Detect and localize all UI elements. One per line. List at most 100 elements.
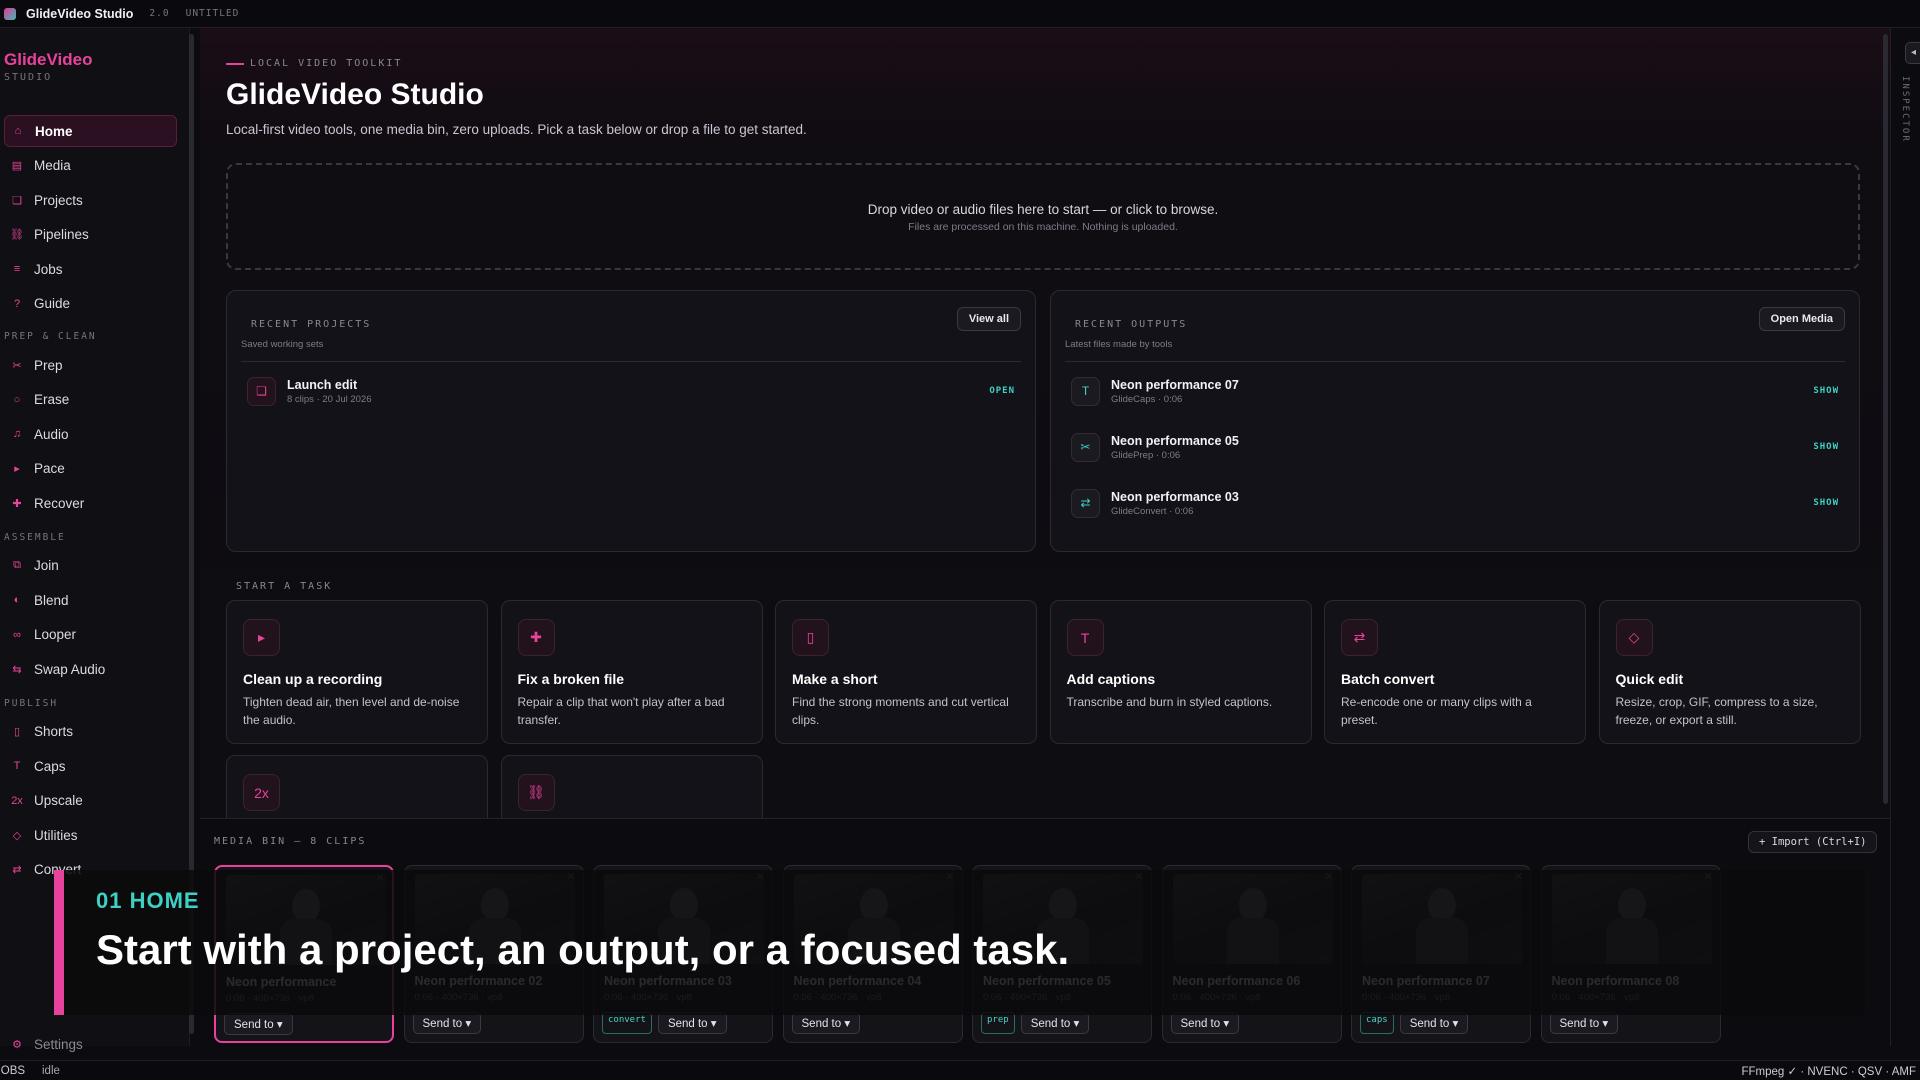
plus-icon: ✚ <box>517 619 555 656</box>
clip-tag: convert <box>602 1012 652 1034</box>
clip-tag: prep <box>981 1012 1015 1034</box>
sidebar-item-recover[interactable]: ✚ Recover <box>4 487 177 519</box>
open-media-button[interactable]: Open Media <box>1758 307 1845 331</box>
sidebar-item-settings[interactable]: ⚙ Settings <box>4 1028 177 1060</box>
sidebar-item-media[interactable]: ▤ Media <box>4 150 177 182</box>
shorts-icon: ▯ <box>13 726 21 738</box>
list-item[interactable]: ⇄ Neon performance 03 GlideConvert · 0:06 S… <box>1071 483 1839 523</box>
sidebar-item-label: Swap Audio <box>34 661 106 677</box>
show-link[interactable]: SHOW <box>1813 386 1839 396</box>
sidebar-item-label: Settings <box>34 1036 83 1052</box>
divider <box>1065 361 1845 362</box>
app-title: GlideVideo Studio <box>26 6 134 21</box>
file-drop-zone[interactable]: Drop video or audio files here to start … <box>226 163 1860 270</box>
card-subtitle: Latest files made by tools <box>1065 339 1173 350</box>
task-title: Add captions <box>1066 671 1156 687</box>
title-bar: GlideVideo Studio 2.0 UNTITLED <box>0 0 1920 28</box>
task-card[interactable]: ▯ Make a short Find the strong moments and… <box>775 600 1037 744</box>
task-card[interactable]: ⇄ Batch convert Re-encode one or many clip… <box>1324 600 1586 744</box>
task-description: Tighten dead air, then level and de-nois… <box>243 695 460 727</box>
view-all-button[interactable]: View all <box>956 307 1021 331</box>
sidebar-item-upscale[interactable]: 2x Upscale <box>4 785 177 817</box>
send-to-button[interactable]: Send to ▾ <box>657 1012 727 1034</box>
sidebar-item-label: Pace <box>34 461 65 476</box>
section-title: START A TASK <box>236 581 333 592</box>
text-icon: T <box>1066 619 1104 656</box>
sidebar-item-prep[interactable]: ✂ Prep <box>4 349 177 381</box>
item-text: Neon performance 03 GlideConvert · 0:06 <box>1111 490 1239 517</box>
send-to-button[interactable]: Send to ▾ <box>791 1012 861 1034</box>
caption-text: Start with a project, an output, or a fo… <box>96 926 1070 973</box>
sidebar-item-join[interactable]: ⧉ Join <box>4 550 177 582</box>
task-title: Quick edit <box>1615 671 1684 687</box>
item-title: Neon performance 03 <box>1111 489 1239 504</box>
list-item[interactable]: ❏ Launch edit 8 clips · 20 Jul 2026 OPEN <box>247 371 1015 411</box>
task-card[interactable]: ✚ Fix a broken file Repair a clip that won… <box>500 600 763 744</box>
sidebar-item-utilities[interactable]: ◇ Utilities <box>4 819 177 851</box>
erase-icon: ○ <box>13 393 21 406</box>
task-card[interactable]: T Add captions Transcribe and burn in styl… <box>1049 600 1312 744</box>
sidebar-section-title: PUBLISH <box>4 697 59 709</box>
sidebar-item-home[interactable]: ⌂ Home <box>4 115 177 147</box>
card-subtitle: Saved working sets <box>241 339 324 350</box>
loop-icon: ∞ <box>13 628 21 641</box>
show-link[interactable]: SHOW <box>1813 442 1839 452</box>
scissors-icon: ✂ <box>12 359 22 372</box>
show-link[interactable]: SHOW <box>1813 498 1839 508</box>
inspector-label: INSPECTOR <box>1900 76 1910 143</box>
recent-outputs-card: RECENT OUTPUTS Latest files made by tool… <box>1050 290 1860 552</box>
sidebar-item-label: Home <box>35 123 73 139</box>
send-to-button[interactable]: Send to ▾ <box>1020 1012 1090 1034</box>
task-card[interactable]: ◇ Quick edit Resize, crop, GIF, compress t… <box>1598 600 1861 744</box>
sidebar-item-jobs[interactable]: ≡ Jobs <box>4 253 177 285</box>
clip-actions: Send to ▾ <box>1170 1012 1240 1034</box>
output-type-icon: ✂ <box>1071 432 1100 462</box>
caps-icon: T <box>13 760 21 772</box>
blend-icon: ◐ <box>13 594 21 606</box>
document-name: UNTITLED <box>185 8 240 19</box>
sidebar-item-pipelines[interactable]: ⛓ Pipelines <box>4 219 177 251</box>
sidebar-section-title: PREP & CLEAN <box>4 331 97 342</box>
item-meta: GlidePrep · 0:06 <box>1111 449 1181 461</box>
brand-sub: STUDIO <box>4 72 53 83</box>
sidebar-item-swap-audio[interactable]: ⇆ Swap Audio <box>4 653 177 685</box>
list-item[interactable]: ✂ Neon performance 05 GlidePrep · 0:06 SHOW <box>1071 427 1839 467</box>
join-icon: ⧉ <box>13 559 21 571</box>
main-scrollbar[interactable] <box>1883 34 1888 804</box>
sidebar-item-projects[interactable]: ❏ Projects <box>4 184 177 216</box>
inspector-panel-collapsed: ◂ INSPECTOR <box>1890 28 1920 1046</box>
item-meta: 8 clips · 20 Jul 2026 <box>287 393 372 405</box>
task-card[interactable]: ▸ Clean up a recording Tighten dead air, t… <box>226 600 488 744</box>
inspector-toggle-button[interactable]: ◂ <box>1905 42 1920 64</box>
sidebar-item-looper[interactable]: ∞ Looper <box>4 619 177 651</box>
clip-actions: Send to ▾ <box>412 1012 482 1034</box>
sidebar-item-label: Caps <box>34 758 66 774</box>
send-to-button[interactable]: Send to ▾ <box>412 1012 482 1034</box>
sidebar-item-label: Upscale <box>34 793 83 808</box>
sidebar-item-pace[interactable]: ▸ Pace <box>4 453 177 485</box>
sidebar-item-blend[interactable]: ◐ Blend <box>4 584 177 616</box>
item-meta: GlideCaps · 0:06 <box>1111 393 1183 405</box>
send-to-button[interactable]: Send to ▾ <box>1399 1012 1469 1034</box>
jobs-label[interactable]: JOBS <box>0 1065 25 1077</box>
sidebar-item-label: Looper <box>34 627 77 642</box>
task-description: Repair a clip that won't play after a ba… <box>517 695 725 727</box>
clip-tag: caps <box>1360 1012 1394 1034</box>
sidebar-item-label: Join <box>34 558 59 573</box>
send-to-button[interactable]: Send to ▾ <box>1549 1012 1619 1034</box>
sidebar-item-label: Jobs <box>34 261 63 277</box>
brand-name: GlideVideo <box>4 50 93 69</box>
import-button[interactable]: + Import (Ctrl+I) <box>1748 831 1878 853</box>
sidebar-item-shorts[interactable]: ▯ Shorts <box>4 716 177 748</box>
sidebar-item-erase[interactable]: ○ Erase <box>4 384 177 416</box>
open-link[interactable]: OPEN <box>989 386 1015 396</box>
sidebar-item-label: Projects <box>34 192 83 208</box>
sidebar-item-caps[interactable]: T Caps <box>4 750 177 782</box>
send-to-button[interactable]: Send to ▾ <box>1170 1012 1240 1034</box>
send-to-button[interactable]: Send to ▾ <box>224 1013 293 1035</box>
sidebar-item-audio[interactable]: ♫ Audio <box>4 418 177 450</box>
swap-icon: ⇆ <box>12 663 22 676</box>
sidebar-item-guide[interactable]: ? Guide <box>4 288 177 320</box>
list-item[interactable]: T Neon performance 07 GlideCaps · 0:06 SHOW <box>1071 371 1839 411</box>
task-title: Fix a broken file <box>517 671 625 687</box>
